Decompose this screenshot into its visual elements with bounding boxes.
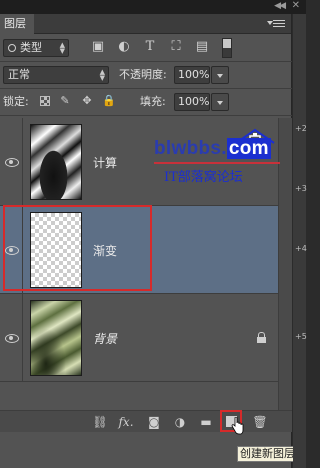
- lock-all-icon[interactable]: 🔒: [102, 94, 116, 108]
- filter-toggle[interactable]: [222, 38, 232, 58]
- image-filter-icon[interactable]: ▣: [90, 39, 106, 55]
- link-layers-icon[interactable]: ⛓: [92, 414, 108, 430]
- highlight-box: [3, 205, 152, 291]
- layer-lock-icon: [257, 332, 266, 343]
- edge-label: +4: [295, 244, 307, 253]
- visibility-eye-icon[interactable]: [3, 156, 21, 168]
- fill-label: 填充:: [140, 95, 166, 108]
- opacity-input[interactable]: 100%: [174, 66, 210, 84]
- adjacent-panel-edge: +2 +3 +4 +5: [293, 14, 307, 468]
- watermark-brand: blwbbs. com: [154, 138, 271, 159]
- spinner-arrows-icon: ▲ ▼: [99, 68, 105, 82]
- watermark-underline: [154, 162, 280, 164]
- close-icon[interactable]: ✕: [292, 0, 300, 11]
- layer-row-background[interactable]: 背景: [0, 294, 292, 382]
- type-filter-icon[interactable]: T: [142, 39, 158, 55]
- edge-label: +2: [295, 124, 307, 133]
- filter-kind-label: 类型: [20, 41, 42, 54]
- lock-transparent-pixels-icon[interactable]: [40, 96, 50, 106]
- lock-image-pixels-icon[interactable]: ✎: [58, 94, 72, 108]
- layer-name[interactable]: 背景: [93, 330, 117, 347]
- visibility-eye-icon[interactable]: [3, 332, 21, 344]
- fill-input[interactable]: 100%: [174, 93, 210, 111]
- tab-layers[interactable]: 图层: [0, 14, 34, 34]
- shape-filter-icon[interactable]: ⛶: [168, 39, 184, 55]
- layer-thumbnail: [30, 300, 82, 376]
- watermark-subtitle: IT部落窝论坛: [164, 170, 243, 185]
- layers-bottom-toolbar: ⛓ fx. ◙ ◑ ▬ 🗑: [0, 410, 292, 432]
- spinner-arrows-icon: ▲ ▼: [59, 41, 65, 55]
- filter-kind-select[interactable]: 类型 ▲ ▼: [3, 39, 69, 57]
- new-adjustment-layer-icon[interactable]: ◑: [172, 414, 188, 430]
- layers-scrollbar[interactable]: [278, 118, 292, 410]
- filter-row: 类型 ▲ ▼ ▣ ◐ T ⛶ ▤: [0, 35, 292, 61]
- layer-style-fx-icon[interactable]: fx.: [118, 414, 134, 430]
- smartobject-filter-icon[interactable]: ▤: [194, 39, 210, 55]
- blend-row: 正常 ▲ ▼ 不透明度: 100%: [0, 62, 292, 88]
- edge-label: +3: [295, 184, 307, 193]
- edge-label: +5: [295, 332, 307, 341]
- new-group-folder-icon[interactable]: ▬: [198, 414, 214, 430]
- panel-menu-icon[interactable]: [267, 20, 285, 30]
- fill-slider-button[interactable]: [211, 93, 229, 111]
- lock-label: 锁定:: [3, 95, 29, 108]
- layer-name[interactable]: 计算: [93, 154, 117, 171]
- collapse-arrows-icon[interactable]: ◀◀: [274, 1, 286, 11]
- filter-icons: ▣ ◐ T ⛶ ▤: [90, 39, 210, 55]
- layer-thumbnail: [30, 124, 82, 200]
- divider: [22, 294, 23, 382]
- delete-layer-trash-icon[interactable]: 🗑: [252, 414, 268, 430]
- opacity-label: 不透明度:: [119, 68, 167, 81]
- search-icon: [8, 44, 16, 52]
- hand-cursor-icon: [231, 417, 244, 435]
- lock-row: 锁定: ✎ ✥ 🔒 填充: 100%: [0, 89, 292, 115]
- lock-position-icon[interactable]: ✥: [80, 94, 94, 108]
- panel-tab-bar: 图层: [0, 14, 291, 34]
- blend-mode-select[interactable]: 正常 ▲ ▼: [3, 66, 109, 84]
- opacity-slider-button[interactable]: [211, 66, 229, 84]
- add-mask-icon[interactable]: ◙: [146, 414, 162, 430]
- blend-mode-value: 正常: [8, 68, 30, 81]
- panel-top-strip: ◀◀ ✕: [0, 0, 306, 14]
- divider: [0, 115, 292, 116]
- divider: [22, 118, 23, 206]
- adjustment-filter-icon[interactable]: ◐: [116, 39, 132, 55]
